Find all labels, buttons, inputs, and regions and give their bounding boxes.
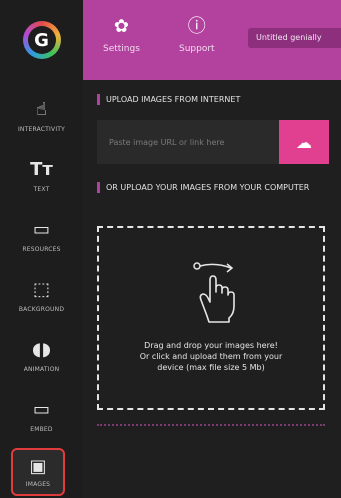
upload-computer-title: OR UPLOAD YOUR IMAGES FROM YOUR COMPUTER [97, 182, 316, 193]
image-url-input[interactable] [97, 120, 279, 164]
interactivity-icon: ☝ [36, 98, 47, 120]
cloud-upload-icon: ☁ [296, 132, 312, 152]
text-icon: Tт [30, 158, 53, 180]
drop-line-3: device (max file size 5 Mb) [157, 363, 265, 372]
sidebar-item-interactivity[interactable]: ☝ INTERACTIVITY [0, 86, 83, 146]
drag-hand-icon [193, 262, 235, 323]
settings-button[interactable]: ✿ Settings [103, 16, 140, 55]
drop-line-1: Drag and drop your images here! [144, 341, 278, 350]
image-dropzone[interactable]: Drag and drop your images here! Or click… [97, 226, 325, 410]
sidebar-item-animation[interactable]: ◖◗ ANIMATION [0, 326, 83, 386]
settings-label: Settings [103, 44, 140, 54]
drop-line-2: Or click and upload them from your [139, 352, 283, 361]
sidebar-item-text[interactable]: Tт TEXT [0, 146, 83, 206]
document-title[interactable]: Untitled genially [248, 28, 341, 48]
sidebar-item-label: TEXT [33, 185, 50, 193]
divider [97, 424, 325, 426]
question-icon: ⓘ [187, 16, 206, 37]
gear-icon: ✿ [113, 16, 129, 37]
dropzone-instructions: Drag and drop your images here! Or click… [99, 340, 323, 373]
sidebar-item-label: BACKGROUND [18, 305, 65, 313]
sidebar-item-resources[interactable]: ▭ RESOURCES [0, 206, 83, 266]
upload-images-panel: UPLOAD IMAGES FROM INTERNET ☁ OR UPLOAD … [83, 80, 341, 498]
sidebar-item-background[interactable]: ⬚ BACKGROUND [0, 266, 83, 326]
upload-url-button[interactable]: ☁ [279, 120, 329, 164]
background-icon: ⬚ [32, 278, 50, 300]
animation-icon: ◖◗ [32, 338, 51, 360]
sidebar-item-label: RESOURCES [22, 245, 61, 253]
genially-logo-icon: G [22, 21, 61, 59]
url-upload-row: ☁ [97, 120, 329, 164]
sidebar-item-label: EMBED [30, 425, 53, 433]
topbar: ✿ Settings ⓘ Support Untitled genially [83, 0, 341, 80]
sidebar-item-embed[interactable]: ▭ EMBED [0, 386, 83, 446]
upload-internet-title: UPLOAD IMAGES FROM INTERNET [97, 94, 240, 105]
logo[interactable]: G [0, 0, 83, 80]
sidebar: G ☝ INTERACTIVITY Tт TEXT ▭ RESOURCES ⬚ … [0, 0, 83, 498]
sidebar-item-label: IMAGES [25, 480, 51, 488]
embed-icon: ▭ [32, 398, 50, 420]
resources-icon: ▭ [32, 218, 50, 240]
support-label: Support [179, 44, 215, 54]
sidebar-item-images[interactable]: ▣ IMAGES [11, 448, 65, 496]
support-button[interactable]: ⓘ Support [179, 16, 215, 55]
sidebar-item-label: ANIMATION [23, 365, 60, 373]
sidebar-item-label: INTERACTIVITY [17, 125, 66, 133]
images-icon: ▣ [29, 455, 47, 477]
